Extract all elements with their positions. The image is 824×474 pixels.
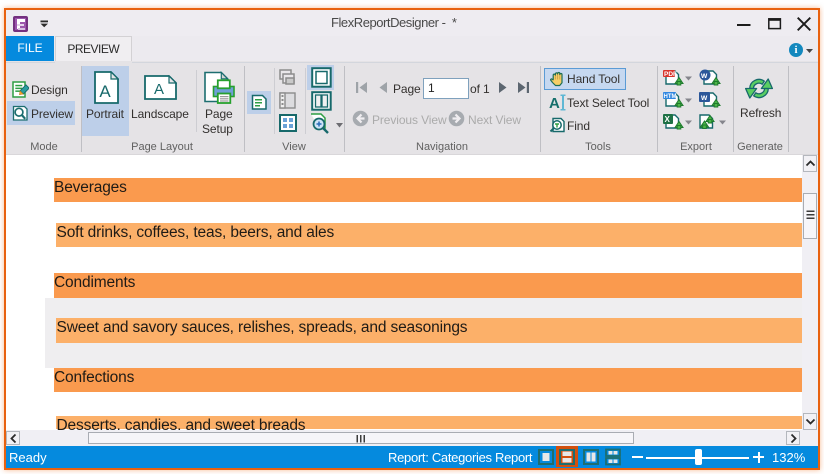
svg-text:HTM: HTM bbox=[664, 94, 677, 100]
svg-text:A: A bbox=[154, 81, 164, 98]
svg-text:A: A bbox=[549, 95, 560, 111]
svg-text:X: X bbox=[665, 115, 671, 124]
svg-text:w: w bbox=[700, 71, 708, 80]
svg-text:A: A bbox=[99, 82, 111, 101]
svg-text:w: w bbox=[700, 93, 708, 102]
svg-text:PDF: PDF bbox=[664, 71, 677, 78]
